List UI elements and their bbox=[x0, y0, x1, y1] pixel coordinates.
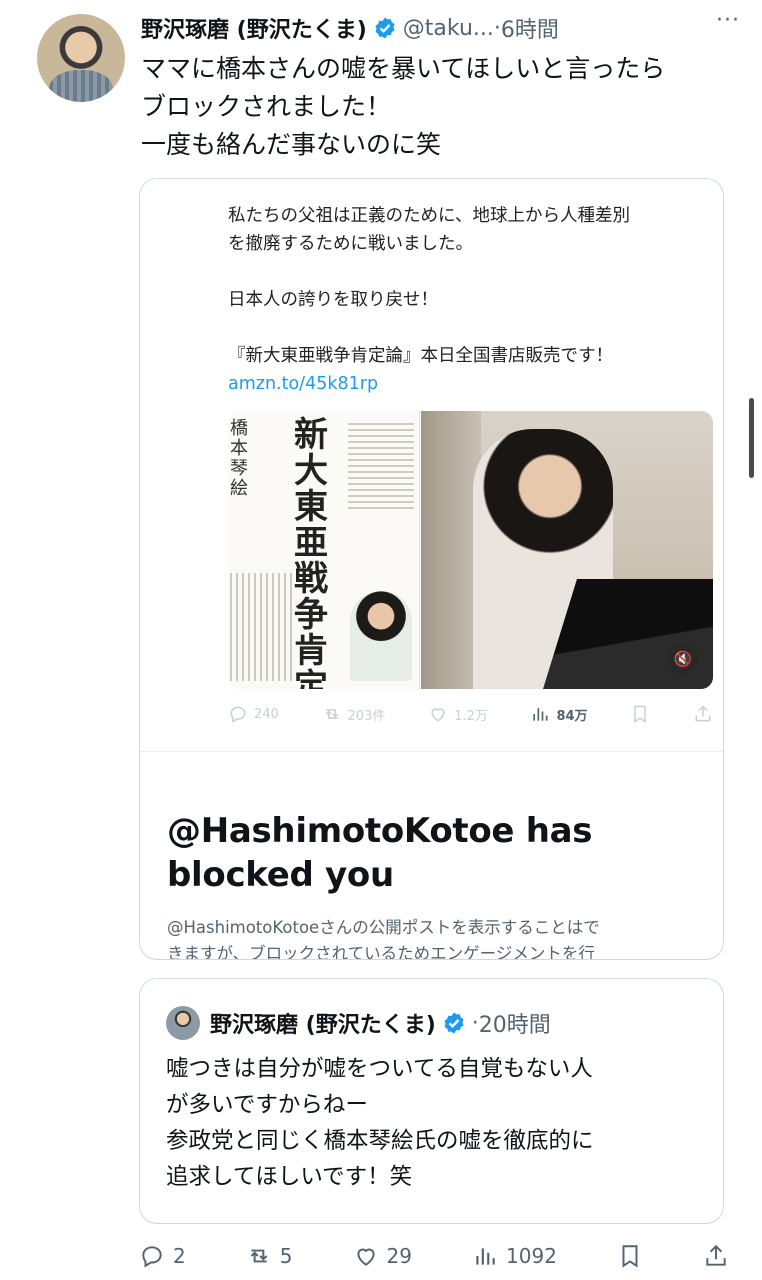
heart-icon bbox=[431, 708, 445, 722]
like-button[interactable]: 29 bbox=[353, 1243, 412, 1269]
second-quote-text: 嘘つきは自分が嘘をついてる自覚もない人 が多いですからねー 参政党と同じく橋本琴… bbox=[166, 1051, 713, 1195]
quoted-post-card[interactable]: 私たちの父祖は正義のために、地球上から人種差別 を撤廃するために戦いました。 日… bbox=[139, 178, 724, 960]
author-name[interactable]: 野沢琢磨 (野沢たくま) bbox=[141, 12, 367, 44]
reply-icon bbox=[230, 706, 246, 723]
book-title: 新大東亜戦争肯定論 bbox=[294, 415, 328, 689]
blocked-title-line: @HashimotoKotoe has bbox=[167, 811, 593, 851]
book-cover-image[interactable]: 橋本琴絵 新大東亜戦争肯定論 bbox=[228, 411, 420, 689]
bookmark-icon bbox=[634, 705, 646, 723]
blocked-description: @HashimotoKotoeさんの公開ポストを表示することはで きますが、ブロ… bbox=[167, 915, 713, 960]
second-quote-header: 野沢琢磨 (野沢たくま) · 20時間 bbox=[166, 1005, 551, 1041]
book-author: 橋本琴絵 bbox=[230, 418, 248, 499]
quoted-reply-button[interactable]: 240 bbox=[228, 704, 279, 724]
heart-icon bbox=[356, 1248, 375, 1266]
bookmark-icon bbox=[622, 1245, 638, 1268]
divider bbox=[140, 751, 723, 752]
separator-dot: · bbox=[493, 15, 501, 41]
post-header: 野沢琢磨 (野沢たくま) @taku... · 6時間 bbox=[141, 8, 746, 48]
repost-button[interactable]: 5 bbox=[246, 1243, 293, 1269]
quoted-like-button[interactable]: 1.2万 bbox=[428, 704, 488, 724]
quote-text-line: を撤廃するために戦いました。 bbox=[228, 234, 473, 254]
author-photo bbox=[350, 591, 412, 681]
mute-icon[interactable]: 🔇 bbox=[667, 643, 699, 675]
second-quote-time[interactable]: 20時間 bbox=[479, 1007, 551, 1039]
post-text-line: ブロックされました！ bbox=[141, 92, 392, 121]
quoted-view-count: 84万 bbox=[556, 708, 588, 724]
verified-badge-icon bbox=[373, 16, 397, 40]
post-text-line: ママに橋本さんの嘘を暴いてほしいと言ったら bbox=[141, 54, 666, 83]
share-icon bbox=[695, 705, 711, 722]
reply-icon bbox=[142, 1246, 162, 1268]
like-count: 29 bbox=[386, 1244, 412, 1268]
video-background bbox=[421, 411, 481, 689]
more-options-icon[interactable]: ··· bbox=[716, 8, 740, 33]
second-quote-author-name[interactable]: 野沢琢磨 (野沢たくま) bbox=[210, 1007, 436, 1039]
author-avatar[interactable] bbox=[37, 14, 125, 102]
view-count: 1092 bbox=[506, 1244, 557, 1268]
bookmark-button[interactable] bbox=[617, 1243, 643, 1269]
second-quote-text-line: が多いですからねー bbox=[166, 1092, 368, 1118]
repost-icon bbox=[325, 709, 338, 719]
separator-dot: · bbox=[471, 1010, 479, 1036]
share-button[interactable] bbox=[703, 1243, 729, 1269]
views-icon bbox=[533, 708, 548, 721]
blocked-desc-line: きますが、ブロックされているためエンゲージメントを行 bbox=[167, 944, 595, 960]
repost-icon bbox=[250, 1249, 268, 1263]
quoted-repost-button[interactable]: 203件 bbox=[322, 704, 386, 724]
views-button[interactable]: 1092 bbox=[472, 1243, 557, 1269]
quoted-views-button[interactable]: 84万 bbox=[530, 704, 588, 724]
second-quote-text-line: 嘘つきは自分が嘘をついてる自覚もない人 bbox=[166, 1056, 593, 1082]
blocked-desc-line: @HashimotoKotoeさんの公開ポストを表示することはで bbox=[167, 918, 600, 937]
quoted-action-bar: 240 203件 1.2万 84万 bbox=[228, 699, 713, 729]
second-quoted-post-card[interactable]: 野沢琢磨 (野沢たくま) · 20時間 嘘つきは自分が嘘をついてる自覚もない人 … bbox=[139, 978, 724, 1224]
post-text-line: 一度も絡んだ事ないのに笑 bbox=[141, 130, 442, 159]
quote-text-line: 私たちの父祖は正義のために、地球上から人種差別 bbox=[228, 206, 630, 226]
verified-badge-icon bbox=[442, 1011, 466, 1035]
post-action-bar: 2 5 29 1092 bbox=[139, 1236, 729, 1276]
views-icon bbox=[476, 1248, 495, 1265]
book-fine-print bbox=[230, 573, 294, 681]
scrollbar[interactable] bbox=[749, 398, 754, 478]
quoted-post-text: 私たちの父祖は正義のために、地球上から人種差別 を撤廃するために戦いました。 日… bbox=[228, 202, 713, 398]
quoted-reply-count: 240 bbox=[254, 706, 279, 722]
reply-count: 2 bbox=[173, 1244, 186, 1268]
second-quote-text-line: 追求してほしいです！笑 bbox=[166, 1164, 413, 1190]
blocked-title-line: blocked you bbox=[167, 855, 394, 895]
repost-count: 5 bbox=[279, 1244, 293, 1268]
amazon-link[interactable]: amzn.to/45k81rp bbox=[228, 370, 713, 398]
quoted-bookmark-button[interactable] bbox=[630, 704, 650, 724]
author-handle[interactable]: @taku... bbox=[403, 16, 494, 41]
quoted-repost-count: 203件 bbox=[347, 708, 386, 724]
blocked-title: @HashimotoKotoe has blocked you bbox=[167, 809, 593, 897]
quoted-share-button[interactable] bbox=[693, 704, 713, 724]
quote-text-line: 日本人の誇りを取り戻せ！ bbox=[228, 290, 438, 310]
quoted-media[interactable]: 橋本琴絵 新大東亜戦争肯定論 🔇 bbox=[228, 411, 713, 689]
quoted-like-count: 1.2万 bbox=[454, 708, 488, 724]
reply-button[interactable]: 2 bbox=[139, 1243, 186, 1269]
book-blurb bbox=[348, 419, 414, 509]
quote-text-line: 『新大東亜戦争肯定論』本日全国書店販売です！ bbox=[228, 346, 613, 366]
post-text: ママに橋本さんの嘘を暴いてほしいと言ったら ブロックされました！ 一度も絡んだ事… bbox=[141, 50, 732, 164]
piano-video[interactable]: 🔇 bbox=[421, 411, 713, 689]
second-quote-text-line: 参政党と同じく橋本琴絵氏の嘘を徹底的に bbox=[166, 1128, 594, 1154]
second-quote-avatar[interactable] bbox=[166, 1006, 200, 1040]
share-icon bbox=[706, 1244, 726, 1266]
post-time[interactable]: 6時間 bbox=[501, 12, 559, 44]
